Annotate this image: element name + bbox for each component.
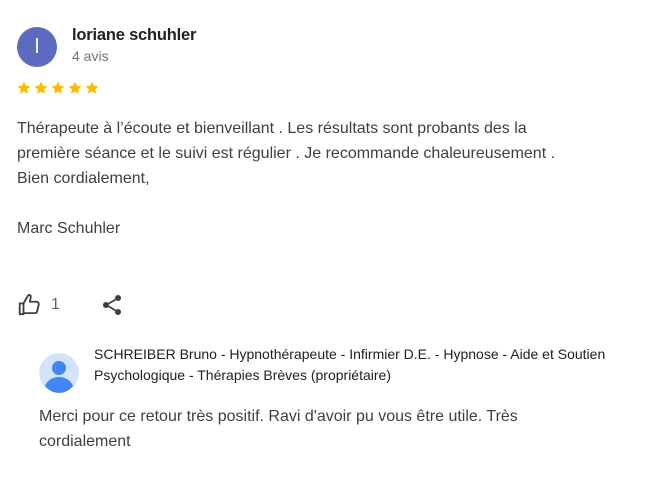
review-actions: 1: [17, 290, 124, 320]
owner-response-name: SCHREIBER Bruno - Hypnothérapeute - Infi…: [94, 346, 606, 383]
share-icon: [102, 295, 121, 315]
author-name[interactable]: loriane schuhler: [72, 26, 196, 45]
star-icon: [34, 81, 48, 94]
author-initial: l: [34, 36, 40, 58]
owner-response-text: Merci pour ce retour très positif. Ravi …: [39, 408, 518, 450]
star-icon: [68, 81, 82, 94]
review-text: Thérapeute à l’écoute et bienveillant . …: [17, 116, 627, 241]
share-button[interactable]: [100, 293, 124, 317]
star-icon: [85, 81, 99, 94]
review-card: l loriane schuhler 4 avis Thérapeute à l…: [0, 0, 647, 480]
review-text-line: Thérapeute à l’écoute et bienveillant . …: [17, 120, 527, 137]
review-text-line: Bien cordialement,: [17, 170, 150, 187]
like-button[interactable]: 1: [17, 292, 60, 318]
star-rating: [16, 80, 100, 96]
review-text-line: première séance et le suivi est régulier…: [17, 145, 556, 162]
owner-avatar: [39, 353, 79, 393]
thumb-up-icon: [18, 293, 40, 316]
review-signature: Marc Schuhler: [17, 220, 121, 237]
star-icon: [17, 81, 31, 94]
user-avatar-icon: [39, 353, 79, 393]
author-avatar[interactable]: l: [17, 27, 57, 67]
star-icon: [51, 81, 65, 94]
like-count: 1: [51, 296, 60, 313]
author-review-count: 4 avis: [72, 48, 109, 64]
